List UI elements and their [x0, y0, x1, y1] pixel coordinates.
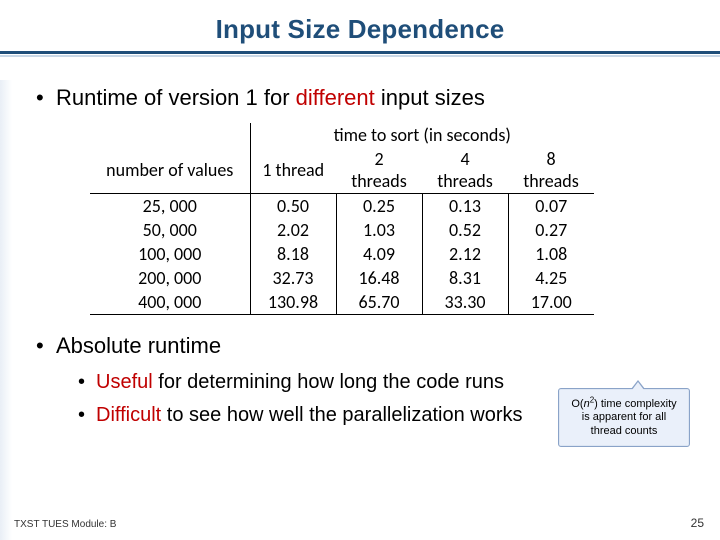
cell: 130.98: [250, 290, 336, 315]
slide: Input Size Dependence Runtime of version…: [0, 0, 720, 540]
cell-n: 25, 000: [90, 194, 250, 219]
table-row: 50, 000 2.02 1.03 0.52 0.27: [90, 218, 594, 242]
callout-line3: thread counts: [591, 425, 658, 437]
col-header: 4 threads: [422, 147, 508, 194]
emph-different: different: [296, 85, 375, 110]
cell-n: 100, 000: [90, 242, 250, 266]
cell: 16.48: [336, 266, 422, 290]
col-header: 8 threads: [508, 147, 594, 194]
cell-n: 200, 000: [90, 266, 250, 290]
cell: 8.18: [250, 242, 336, 266]
cell: 4.25: [508, 266, 594, 290]
results-table: time to sort (in seconds) number of valu…: [90, 123, 594, 315]
text: input sizes: [375, 85, 485, 110]
cell: 65.70: [336, 290, 422, 315]
text: to see how well the parallelization work…: [161, 404, 522, 426]
emph-difficult: Difficult: [96, 404, 161, 426]
cell: 4.09: [336, 242, 422, 266]
cell: 1.08: [508, 242, 594, 266]
callout-line2: is apparent for all: [582, 411, 666, 423]
text: Runtime of version 1 for: [56, 85, 296, 110]
cell: 2.12: [422, 242, 508, 266]
table-row: 200, 000 32.73 16.48 8.31 4.25: [90, 266, 594, 290]
emph-useful: Useful: [96, 371, 153, 393]
row-header-label: number of values: [90, 147, 250, 194]
row-header-blank: [90, 123, 250, 147]
group-header: time to sort (in seconds): [250, 123, 594, 147]
title-area: Input Size Dependence: [0, 0, 720, 45]
text: for determining how long the code runs: [153, 371, 504, 393]
cell: 33.30: [422, 290, 508, 315]
cell: 8.31: [422, 266, 508, 290]
slide-title: Input Size Dependence: [216, 14, 505, 45]
text: O(: [571, 398, 583, 410]
col-header: 1 thread: [250, 147, 336, 194]
table-row: 25, 000 0.50 0.25 0.13 0.07: [90, 194, 594, 219]
footer-module-label: TXST TUES Module: B: [14, 519, 116, 530]
callout-line1: O(n2) time complexity: [571, 398, 676, 410]
table-group-header-row: time to sort (in seconds): [90, 123, 594, 147]
callout-pointer-icon: [631, 380, 645, 389]
table-row: 100, 000 8.18 4.09 2.12 1.08: [90, 242, 594, 266]
bullet-runtime-inputs: Runtime of version 1 for different input…: [36, 85, 690, 111]
cell: 0.50: [250, 194, 336, 219]
content-area: Runtime of version 1 for different input…: [0, 57, 720, 427]
cell: 32.73: [250, 266, 336, 290]
table-col-header-row: number of values 1 thread 2 threads 4 th…: [90, 147, 594, 194]
cell: 0.25: [336, 194, 422, 219]
cell-n: 50, 000: [90, 218, 250, 242]
complexity-callout: O(n2) time complexity is apparent for al…: [558, 388, 690, 447]
cell: 2.02: [250, 218, 336, 242]
footer-page-number: 25: [691, 516, 704, 530]
cell: 0.13: [422, 194, 508, 219]
col-header: 2 threads: [336, 147, 422, 194]
results-table-wrap: time to sort (in seconds) number of valu…: [90, 123, 690, 315]
text: ) time complexity: [594, 398, 677, 410]
cell: 0.27: [508, 218, 594, 242]
cell: 17.00: [508, 290, 594, 315]
cell: 1.03: [336, 218, 422, 242]
cell: 0.52: [422, 218, 508, 242]
cell: 0.07: [508, 194, 594, 219]
cell-n: 400, 000: [90, 290, 250, 315]
bullet-absolute-runtime: Absolute runtime: [36, 333, 690, 359]
table-row: 400, 000 130.98 65.70 33.30 17.00: [90, 290, 594, 315]
